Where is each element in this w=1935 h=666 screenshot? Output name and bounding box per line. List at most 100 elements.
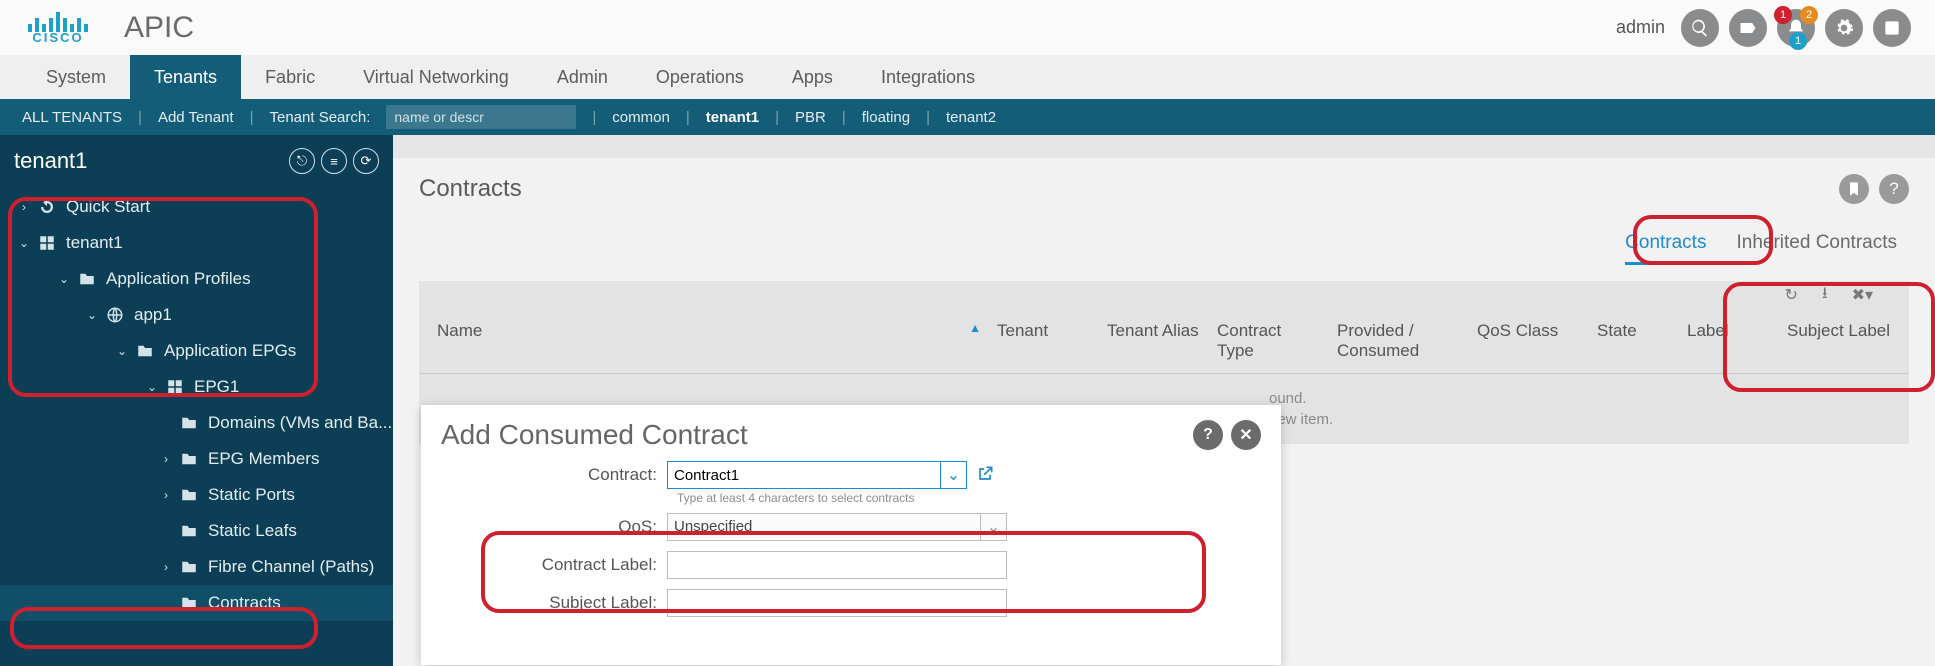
globe-icon	[104, 306, 126, 324]
caret-icon: ⌄	[116, 344, 128, 358]
table-empty-message: ound. new item.	[1259, 374, 1909, 444]
tenant-link-tenant2[interactable]: tenant2	[946, 109, 996, 126]
tree-item-label: Quick Start	[66, 197, 150, 217]
caret-icon: ⌄	[58, 272, 70, 286]
tree-item-domains-vms-and-ba-[interactable]: Domains (VMs and Ba...	[0, 405, 393, 441]
column-header-state[interactable]: State	[1589, 317, 1679, 365]
sidebar: tenant1 ⎋ ≡ ⟳ ›Quick Start⌄tenant1⌄Appli…	[0, 135, 393, 666]
tree-item-static-leafs[interactable]: Static Leafs	[0, 513, 393, 549]
column-header-tenant[interactable]: Tenant	[989, 317, 1099, 365]
folder-icon	[178, 486, 200, 504]
tree-item-quick-start[interactable]: ›Quick Start	[0, 189, 393, 225]
sidebar-tree: ›Quick Start⌄tenant1⌄Application Profile…	[0, 187, 393, 623]
sort-indicator-icon: ▲	[969, 321, 981, 335]
separator: |	[138, 109, 142, 126]
subject-label-input[interactable]	[667, 589, 1007, 617]
tree-item-tenant1[interactable]: ⌄tenant1	[0, 225, 393, 261]
tree-item-label: Domains (VMs and Ba...	[208, 413, 392, 433]
contract-combo[interactable]: ⌄	[667, 461, 967, 489]
nav-item-integrations[interactable]: Integrations	[857, 55, 999, 99]
folder-icon	[178, 558, 200, 576]
qos-value: Unspecified	[668, 514, 980, 540]
dialog-help-icon[interactable]: ?	[1193, 420, 1223, 450]
table-column-headers: Name ▲TenantTenant AliasContract TypePro…	[419, 309, 1909, 374]
tree-item-contracts[interactable]: Contracts	[0, 585, 393, 621]
folder-icon	[178, 522, 200, 540]
help-icon[interactable]: ?	[1879, 174, 1909, 204]
tab-inherited-contracts[interactable]: Inherited Contracts	[1736, 232, 1897, 265]
tools-icon[interactable]: ✖▾	[1852, 285, 1873, 305]
sidebar-tool-2-icon[interactable]: ≡	[321, 148, 347, 174]
alerts-bell-icon[interactable]: 1 2 1	[1777, 9, 1815, 47]
contract-hint: Type at least 4 characters to select con…	[677, 491, 1255, 505]
caret-icon: ⌄	[18, 236, 30, 250]
nav-item-operations[interactable]: Operations	[632, 55, 768, 99]
breadcrumb-bar	[393, 135, 1935, 158]
contract-label-input[interactable]	[667, 551, 1007, 579]
user-label[interactable]: admin	[1616, 17, 1665, 38]
arrow-cycle-icon	[36, 198, 58, 216]
all-tenants-link[interactable]: ALL TENANTS	[22, 109, 122, 126]
tree-item-app1[interactable]: ⌄app1	[0, 297, 393, 333]
grid-icon	[36, 234, 58, 252]
nav-item-fabric[interactable]: Fabric	[241, 55, 339, 99]
download-icon[interactable]: ⭳	[1822, 282, 1828, 309]
tenant-search-input[interactable]	[386, 105, 576, 129]
tree-item-application-profiles[interactable]: ⌄Application Profiles	[0, 261, 393, 297]
caret-icon: ⌄	[146, 380, 158, 394]
column-header-provided-consumed[interactable]: Provided / Consumed	[1329, 317, 1469, 365]
sidebar-header: tenant1 ⎋ ≡ ⟳	[0, 135, 393, 187]
refresh-icon[interactable]: ↻	[1785, 285, 1798, 305]
column-header-tenant-alias[interactable]: Tenant Alias	[1099, 317, 1209, 365]
tree-item-fibre-channel-paths-[interactable]: ›Fibre Channel (Paths)	[0, 549, 393, 585]
chevron-down-icon[interactable]: ⌄	[940, 462, 966, 488]
tenant-link-tenant1[interactable]: tenant1	[706, 109, 759, 126]
tenant-sub-bar: ALL TENANTS | Add Tenant | Tenant Search…	[0, 99, 1935, 135]
column-header-label[interactable]: Label	[1679, 317, 1779, 365]
column-header-subject-label[interactable]: Subject Label	[1779, 317, 1899, 365]
search-icon[interactable]	[1681, 9, 1719, 47]
main-nav: SystemTenantsFabricVirtual NetworkingAdm…	[0, 55, 1935, 99]
user-menu-icon[interactable]	[1873, 9, 1911, 47]
nav-item-admin[interactable]: Admin	[533, 55, 632, 99]
sidebar-tool-1-icon[interactable]: ⎋	[289, 148, 315, 174]
tab-contracts[interactable]: Contracts	[1625, 232, 1706, 265]
add-tenant-link[interactable]: Add Tenant	[158, 109, 234, 126]
tree-item-label: EPG1	[194, 377, 239, 397]
column-header-contract-type[interactable]: Contract Type	[1209, 317, 1329, 365]
alert-badge-red: 1	[1774, 6, 1792, 24]
panel-header: Contracts ?	[419, 174, 1909, 204]
nav-item-system[interactable]: System	[22, 55, 130, 99]
popout-icon[interactable]	[975, 464, 997, 486]
qos-select[interactable]: Unspecified ⌄	[667, 513, 1007, 541]
tree-item-epg1[interactable]: ⌄ EPG1	[0, 369, 393, 405]
epg-icon	[164, 378, 186, 396]
tree-item-label: Fibre Channel (Paths)	[208, 557, 374, 577]
sidebar-tool-3-icon[interactable]: ⟳	[353, 148, 379, 174]
nav-item-virtual-networking[interactable]: Virtual Networking	[339, 55, 533, 99]
tenant-link-floating[interactable]: floating	[862, 109, 910, 126]
folder-icon	[76, 270, 98, 288]
contract-input[interactable]	[668, 462, 940, 488]
nav-item-tenants[interactable]: Tenants	[130, 55, 241, 99]
column-header-name[interactable]: Name ▲	[429, 317, 989, 365]
column-header-qos-class[interactable]: QoS Class	[1469, 317, 1589, 365]
tree-item-static-ports[interactable]: ›Static Ports	[0, 477, 393, 513]
caret-icon: ⌄	[86, 308, 98, 322]
tenant-link-common[interactable]: common	[612, 109, 670, 126]
tenant-link-PBR[interactable]: PBR	[795, 109, 826, 126]
table-tools: ↻ ⭳ ✖▾	[419, 281, 1909, 309]
dialog-close-icon[interactable]: ✕	[1231, 420, 1261, 450]
separator: |	[775, 109, 779, 126]
nav-item-apps[interactable]: Apps	[768, 55, 857, 99]
feedback-icon[interactable]	[1729, 9, 1767, 47]
gear-icon[interactable]	[1825, 9, 1863, 47]
tree-item-application-epgs[interactable]: ⌄Application EPGs	[0, 333, 393, 369]
bookmark-icon[interactable]	[1839, 174, 1869, 204]
chevron-down-icon[interactable]: ⌄	[980, 514, 1006, 540]
tree-item-epg-members[interactable]: ›EPG Members	[0, 441, 393, 477]
sidebar-title: tenant1	[14, 148, 87, 174]
separator: |	[592, 109, 596, 126]
cisco-bars-icon	[28, 10, 88, 32]
folder-icon	[178, 450, 200, 468]
